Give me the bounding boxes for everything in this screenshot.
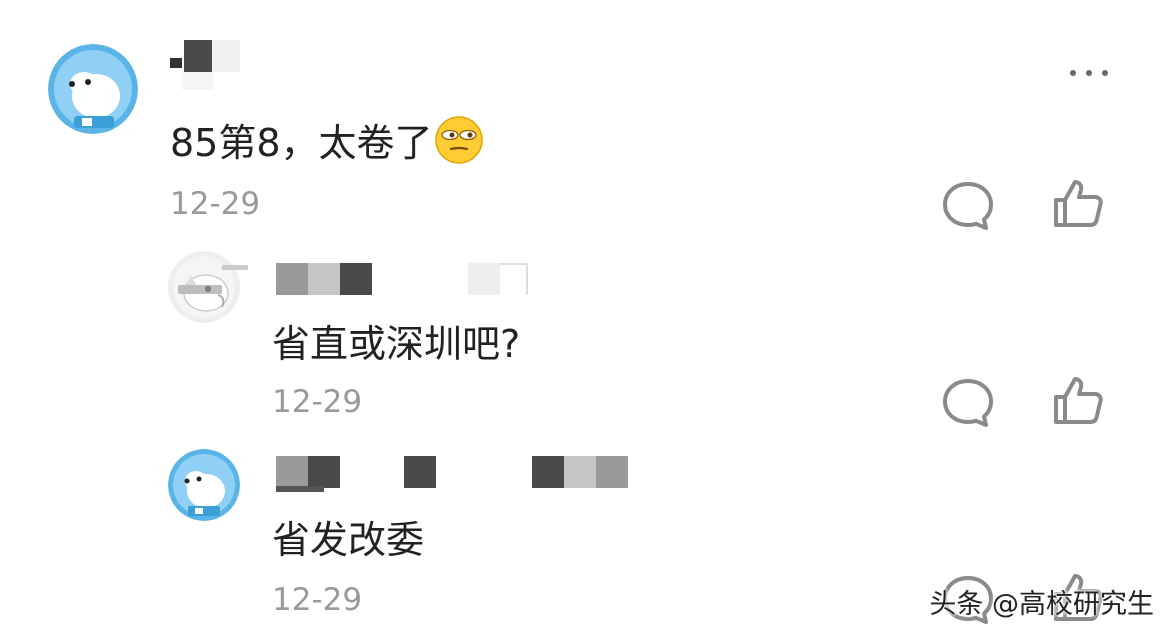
like-button[interactable] [1050, 176, 1106, 232]
username-blurred-fragment [222, 265, 248, 270]
comment-bubble-icon [943, 182, 993, 230]
username-blurred[interactable] [276, 263, 528, 295]
smirk-face-emoji [434, 116, 483, 164]
thumbs-up-icon [1054, 180, 1103, 227]
username-blurred-fragment [170, 58, 182, 68]
reply-button[interactable] [940, 178, 996, 234]
username-blurred-fragment [276, 486, 324, 492]
comment-text: 省直或深圳吧? [272, 322, 521, 366]
more-button[interactable] [1070, 64, 1108, 82]
avatar[interactable] [168, 449, 240, 521]
username-blurred-fragment [182, 72, 214, 90]
comment-time: 12-29 [170, 186, 261, 222]
thumbs-up-icon [1054, 377, 1103, 424]
comment-text: 省发改委 [272, 518, 425, 562]
username-blurred[interactable] [276, 456, 628, 488]
avatar[interactable] [168, 251, 240, 323]
more-dots-icon [1070, 70, 1076, 76]
comment-bubble-icon [943, 379, 993, 427]
comment-time: 12-29 [272, 582, 363, 618]
comment-time: 12-29 [272, 384, 363, 420]
comment-text: 85第8，太卷了 [170, 116, 483, 167]
like-button[interactable] [1050, 373, 1106, 429]
reply-button[interactable] [940, 375, 996, 431]
avatar[interactable] [48, 44, 138, 134]
watermark-text: 头条 @高校研究生 [929, 589, 1154, 620]
